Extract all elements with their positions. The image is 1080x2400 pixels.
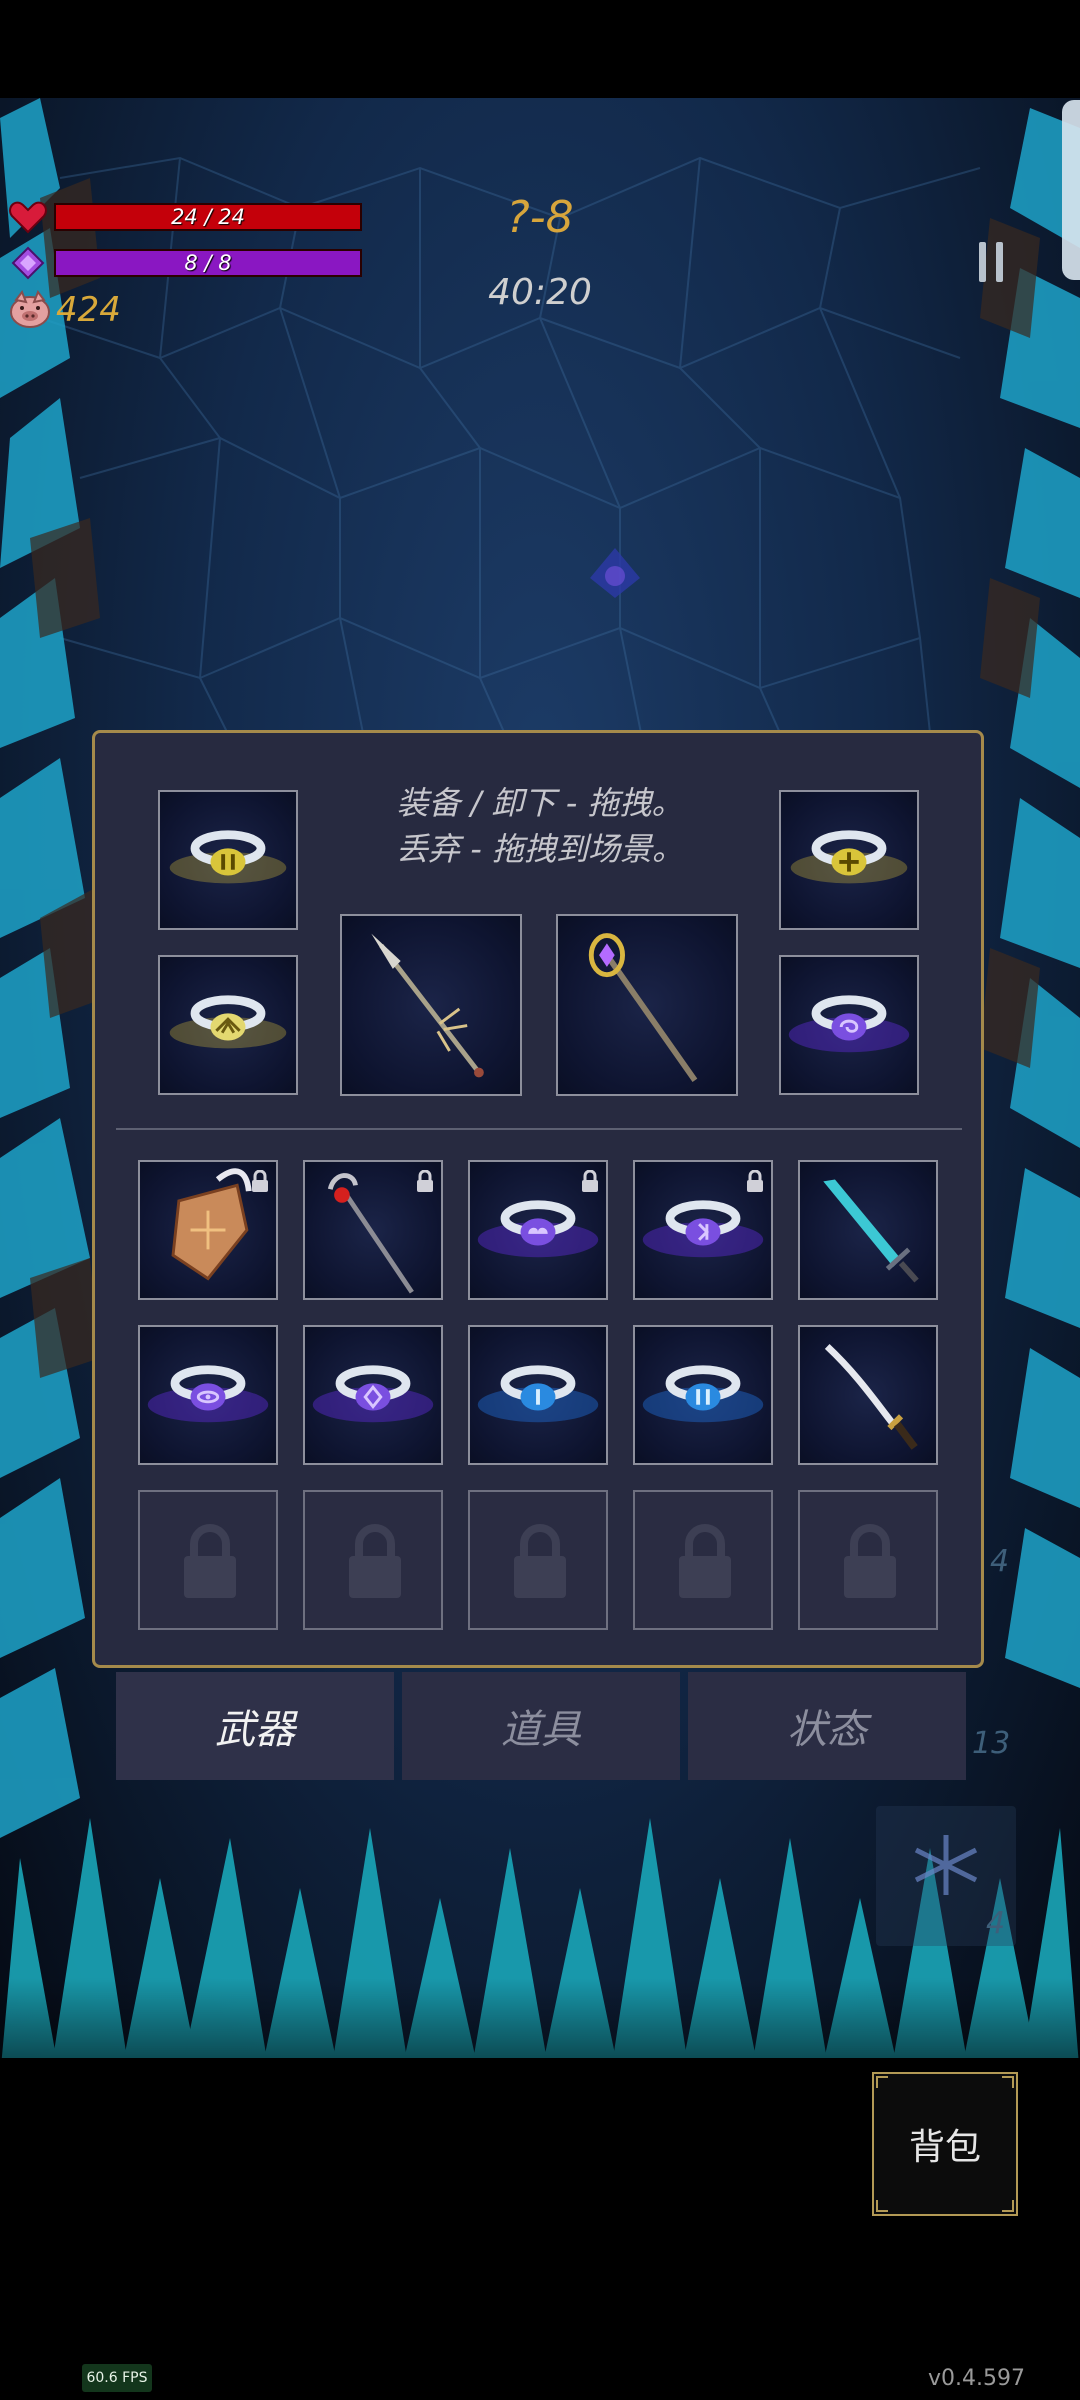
ring-purple-eye-icon [147, 1365, 269, 1423]
scene-fade [0, 1978, 1080, 2058]
side-count-a: 4 [990, 1544, 1010, 1579]
tab-weapons[interactable]: 武器 [116, 1672, 394, 1780]
side-count-c: 4 [986, 1906, 1006, 1941]
ring-yellow-gem-icon [169, 830, 287, 884]
equip-slot-ring-3[interactable] [158, 955, 298, 1095]
stage-label: ?-8 [506, 192, 574, 243]
golden-staff-icon [588, 933, 698, 1082]
inventory-slot-15[interactable] [798, 1490, 938, 1630]
lock-icon [514, 1524, 566, 1598]
lock-icon [252, 1170, 268, 1192]
ring-blue-line-icon [477, 1365, 599, 1423]
inventory-slot-13[interactable] [468, 1490, 608, 1630]
ring-yellow-shell-icon [169, 995, 287, 1049]
corner-ornament [1002, 2200, 1014, 2212]
fps-counter: 60.6 FPS [82, 2364, 152, 2392]
inventory-slot-11[interactable] [138, 1490, 278, 1630]
inventory-slot-6[interactable] [138, 1325, 278, 1465]
tab-items[interactable]: 道具 [402, 1672, 680, 1780]
tab-status[interactable]: 状态 [688, 1672, 966, 1780]
instructions: 装备 / 卸下 - 拖拽。 丢弃 - 拖拽到场景。 [300, 780, 780, 872]
instruction-equip: 装备 / 卸下 - 拖拽。 [396, 784, 684, 822]
pause-button[interactable] [968, 232, 1014, 292]
corner-ornament [876, 2076, 888, 2088]
pause-bar-left [979, 242, 986, 282]
bone-spear-icon [371, 933, 484, 1078]
equip-slot-ring-4[interactable] [779, 955, 919, 1095]
corner-ornament [1002, 2076, 1014, 2088]
inventory-slot-3[interactable] [468, 1160, 608, 1300]
equip-slot-ring-1[interactable] [158, 790, 298, 930]
equip-slot-ring-2[interactable] [779, 790, 919, 930]
flying-enemy-icon [590, 548, 640, 598]
inventory-slot-1[interactable] [138, 1160, 278, 1300]
bag-button[interactable]: 背包 [872, 2072, 1018, 2216]
inventory-slot-14[interactable] [633, 1490, 773, 1630]
lock-icon [679, 1524, 731, 1598]
panel-divider [116, 1128, 962, 1130]
inventory-slot-8[interactable] [468, 1325, 608, 1465]
side-count-b: 13 [972, 1726, 1011, 1761]
crystal-sword-icon [823, 1179, 919, 1283]
inventory-slot-10[interactable] [798, 1325, 938, 1465]
snowflake-icon [914, 1835, 978, 1895]
ring-blue-double-icon [642, 1365, 764, 1423]
inventory-slot-2[interactable] [303, 1160, 443, 1300]
equip-slot-weapon-2[interactable] [556, 914, 738, 1096]
ring-purple-swirl-icon [788, 995, 910, 1053]
lock-icon [747, 1170, 763, 1192]
inventory-slot-12[interactable] [303, 1490, 443, 1630]
crystal-wall-right [980, 108, 1080, 1688]
pause-bar-right [996, 242, 1003, 282]
katana-icon [824, 1343, 918, 1450]
corner-ornament [876, 2200, 888, 2212]
inventory-slot-5[interactable] [798, 1160, 938, 1300]
instruction-drop: 丢弃 - 拖拽到场景。 [396, 830, 684, 868]
inventory-slot-7[interactable] [303, 1325, 443, 1465]
timer-label: 40:20 [488, 272, 592, 313]
inventory-slot-9[interactable] [633, 1325, 773, 1465]
lock-icon [582, 1170, 598, 1192]
ring-purple-diamond-icon [312, 1365, 434, 1423]
lock-icon [417, 1170, 433, 1192]
ring-yellow-cross-icon [790, 830, 908, 884]
equip-slot-weapon-1[interactable] [340, 914, 522, 1096]
version-label: v0.4.597 [928, 2366, 1025, 2391]
bag-label: 背包 [908, 2127, 981, 2168]
lock-icon [349, 1524, 401, 1598]
lock-icon [844, 1524, 896, 1598]
side-panel-edge[interactable] [1062, 100, 1080, 280]
lock-icon [184, 1524, 236, 1598]
inventory-slot-4[interactable] [633, 1160, 773, 1300]
